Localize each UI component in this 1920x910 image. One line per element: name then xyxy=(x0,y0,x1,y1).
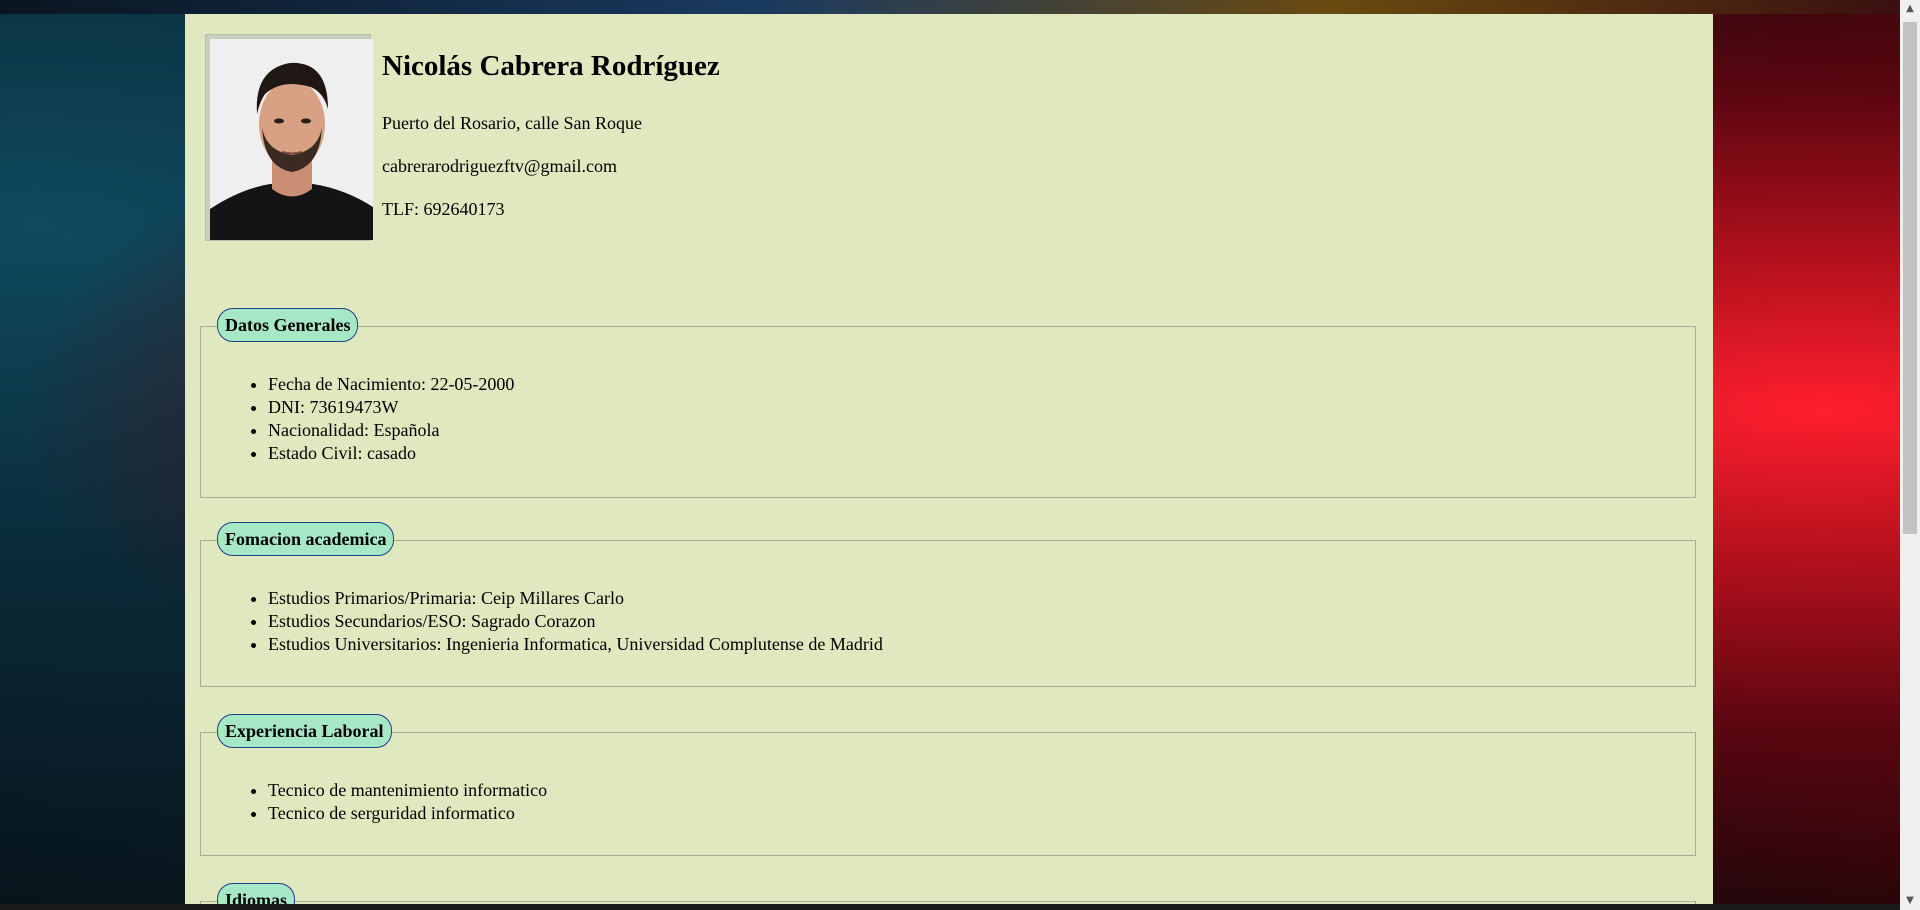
vertical-scrollbar[interactable]: ▲ ▼ xyxy=(1900,0,1920,910)
section-title: Fomacion academica xyxy=(217,522,395,556)
profile-photo-frame xyxy=(205,34,373,241)
scrollbar-thumb[interactable] xyxy=(1903,22,1917,534)
section-list: Fecha de Nacimiento: 22-05-2000 DNI: 736… xyxy=(201,373,1695,465)
profile-photo xyxy=(210,39,373,240)
section-title: Experiencia Laboral xyxy=(217,714,392,748)
section-list: Estudios Primarios/Primaria: Ceip Millar… xyxy=(201,587,1695,656)
list-item: Fecha de Nacimiento: 22-05-2000 xyxy=(268,373,1695,396)
background-top-strip xyxy=(0,0,1900,14)
person-portrait-image xyxy=(210,39,373,240)
list-item: Tecnico de serguridad informatico xyxy=(268,802,1695,825)
section-experiencia-laboral: Experiencia Laboral Tecnico de mantenimi… xyxy=(200,714,1696,856)
phone-text: TLF: 692640173 xyxy=(382,199,505,219)
background-bottom-strip xyxy=(0,904,1900,910)
chevron-up-icon[interactable]: ▲ xyxy=(1900,0,1920,18)
chevron-down-icon[interactable]: ▼ xyxy=(1900,892,1920,910)
cv-page: Nicolás Cabrera Rodríguez Puerto del Ros… xyxy=(185,14,1713,910)
person-name: Nicolás Cabrera Rodríguez xyxy=(382,50,720,82)
list-item: Estudios Universitarios: Ingenieria Info… xyxy=(268,633,1695,656)
list-item: Tecnico de mantenimiento informatico xyxy=(268,779,1695,802)
list-item: Estudios Secundarios/ESO: Sagrado Corazo… xyxy=(268,610,1695,633)
list-item: Estado Civil: casado xyxy=(268,442,1695,465)
section-title: Datos Generales xyxy=(217,308,359,342)
list-item: Estudios Primarios/Primaria: Ceip Millar… xyxy=(268,587,1695,610)
section-datos-generales: Datos Generales Fecha de Nacimiento: 22-… xyxy=(200,308,1696,498)
address-text: Puerto del Rosario, calle San Roque xyxy=(382,113,642,133)
list-item: DNI: 73619473W xyxy=(268,396,1695,419)
section-formacion-academica: Fomacion academica Estudios Primarios/Pr… xyxy=(200,522,1696,687)
list-item: Nacionalidad: Española xyxy=(268,419,1695,442)
email-text: cabrerarodriguezftv@gmail.com xyxy=(382,156,617,176)
section-list: Tecnico de mantenimiento informatico Tec… xyxy=(201,779,1695,825)
